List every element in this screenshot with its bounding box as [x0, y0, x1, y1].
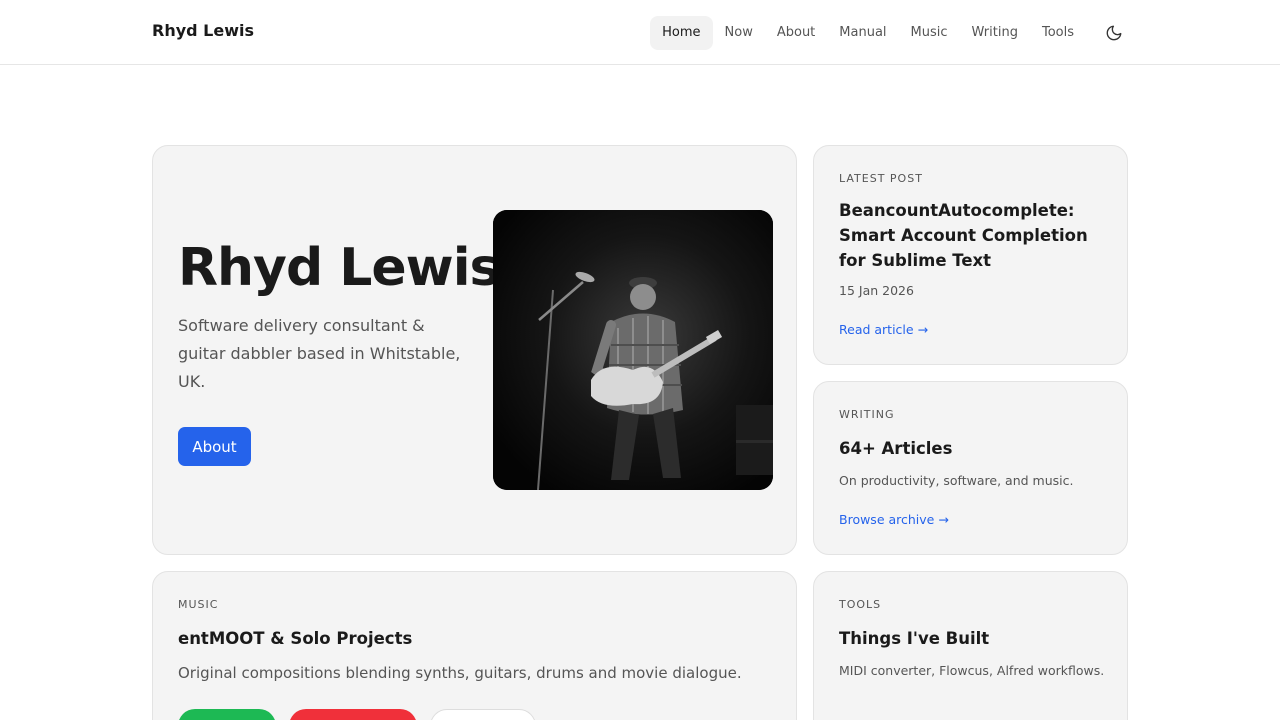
browse-archive-link[interactable]: Browse archive →: [839, 512, 949, 527]
music-title: entMOOT & Solo Projects: [178, 629, 413, 648]
nav-about[interactable]: About: [765, 16, 827, 50]
latest-post-eyebrow: LATEST POST: [839, 172, 923, 185]
nav-music[interactable]: Music: [899, 16, 960, 50]
guitarist-photo: [493, 210, 773, 490]
hero-subtitle: Software delivery consultant & guitar da…: [178, 316, 461, 391]
hero-title: Rhyd Lewis: [178, 238, 500, 298]
nav-tools[interactable]: Tools: [1030, 16, 1086, 50]
youtube-button[interactable]: [289, 709, 417, 720]
nav-home[interactable]: Home: [650, 16, 713, 50]
music-card: MUSIC entMOOT & Solo Projects Original c…: [152, 571, 797, 720]
latest-post-date: 15 Jan 2026: [839, 283, 914, 298]
writing-eyebrow: WRITING: [839, 408, 895, 421]
more-music-button[interactable]: [430, 709, 536, 720]
music-description: Original compositions blending synths, g…: [178, 664, 742, 682]
nav-writing[interactable]: Writing: [960, 16, 1030, 50]
latest-post-card: LATEST POST BeancountAutocomplete: Smart…: [813, 145, 1128, 365]
writing-description: On productivity, software, and music.: [839, 473, 1074, 488]
hero-card: Rhyd Lewis Software delivery consultant …: [152, 145, 797, 555]
site-brand[interactable]: Rhyd Lewis: [152, 21, 254, 40]
tools-card: TOOLS Things I've Built MIDI converter, …: [813, 571, 1128, 720]
tools-eyebrow: TOOLS: [839, 598, 882, 611]
nav-manual[interactable]: Manual: [827, 16, 898, 50]
music-eyebrow: MUSIC: [178, 598, 219, 611]
about-button[interactable]: About: [178, 427, 251, 466]
read-article-link[interactable]: Read article →: [839, 322, 928, 337]
main-nav: Home Now About Manual Music Writing Tool…: [650, 16, 1128, 50]
writing-title: 64+ Articles: [839, 439, 953, 458]
writing-card: WRITING 64+ Articles On productivity, so…: [813, 381, 1128, 555]
spotify-button[interactable]: [178, 709, 276, 720]
latest-post-title[interactable]: BeancountAutocomplete: Smart Account Com…: [839, 198, 1109, 273]
moon-icon[interactable]: [1100, 16, 1128, 50]
nav-now[interactable]: Now: [713, 16, 765, 50]
tools-description: MIDI converter, Flowcus, Alfred workflow…: [839, 663, 1105, 678]
top-navigation-bar: Rhyd Lewis Home Now About Manual Music W…: [0, 0, 1280, 65]
tools-title: Things I've Built: [839, 629, 990, 648]
